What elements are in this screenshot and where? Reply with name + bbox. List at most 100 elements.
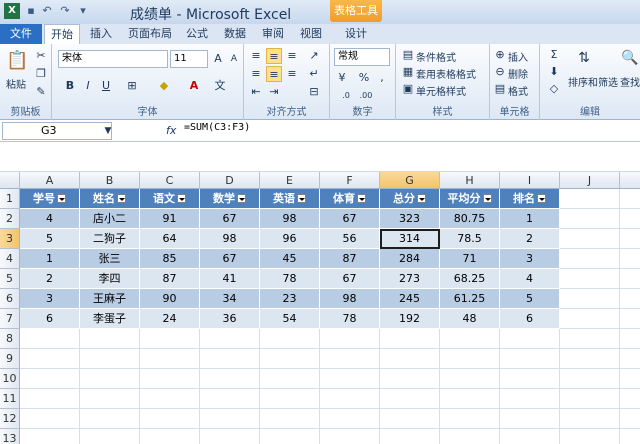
cell-I8[interactable] — [500, 329, 560, 349]
cell-C9[interactable] — [140, 349, 200, 369]
cell-F9[interactable] — [320, 349, 380, 369]
cell-K10[interactable] — [620, 369, 640, 389]
cell-C6[interactable]: 90 — [140, 289, 200, 309]
find-icon[interactable]: 🔍 — [620, 50, 640, 70]
cell-E6[interactable]: 23 — [260, 289, 320, 309]
cell-A13[interactable] — [20, 429, 80, 444]
table-header-cell[interactable]: 总分 — [380, 189, 440, 209]
align-right-icon[interactable]: ≡ — [284, 66, 300, 82]
column-header-A[interactable]: A — [20, 172, 80, 189]
sort-filter-button[interactable]: 排序和筛选 — [568, 74, 618, 89]
format-cells-button[interactable]: 格式 — [508, 83, 528, 98]
cell-I9[interactable] — [500, 349, 560, 369]
tab-design[interactable]: 设计 — [334, 24, 378, 44]
cell-A12[interactable] — [20, 409, 80, 429]
comma-icon[interactable]: , — [374, 70, 390, 86]
number-format-combo[interactable]: 常规 — [334, 48, 390, 66]
tab-review[interactable]: 审阅 — [256, 24, 290, 44]
cell-G10[interactable] — [380, 369, 440, 389]
cell-J6[interactable] — [560, 289, 620, 309]
currency-icon[interactable]: ¥ — [334, 70, 350, 86]
cell-G6[interactable]: 245 — [380, 289, 440, 309]
decrease-indent-icon[interactable]: ⇤ — [248, 84, 264, 100]
cell-E2[interactable]: 98 — [260, 209, 320, 229]
row-header-5[interactable]: 5 — [0, 269, 20, 289]
cell-E9[interactable] — [260, 349, 320, 369]
cell-C7[interactable]: 24 — [140, 309, 200, 329]
italic-icon[interactable]: I — [80, 78, 96, 94]
cell-H13[interactable] — [440, 429, 500, 444]
cell-H10[interactable] — [440, 369, 500, 389]
tab-data[interactable]: 数据 — [218, 24, 252, 44]
cell-K12[interactable] — [620, 409, 640, 429]
border-icon[interactable]: ⊞ — [124, 78, 140, 94]
cell-J13[interactable] — [560, 429, 620, 444]
cell-F6[interactable]: 98 — [320, 289, 380, 309]
cell-H6[interactable]: 61.25 — [440, 289, 500, 309]
tab-file[interactable]: 文件 — [0, 24, 42, 44]
insert-function-icon[interactable]: fx — [166, 124, 176, 137]
cell-C12[interactable] — [140, 409, 200, 429]
cell-J8[interactable] — [560, 329, 620, 349]
cell-E12[interactable] — [260, 409, 320, 429]
cell-I7[interactable]: 6 — [500, 309, 560, 329]
cell-C5[interactable]: 87 — [140, 269, 200, 289]
column-header-G[interactable]: G — [380, 172, 440, 189]
align-center-icon[interactable]: ≡ — [266, 66, 282, 82]
cell-A6[interactable]: 3 — [20, 289, 80, 309]
cell-F12[interactable] — [320, 409, 380, 429]
cell-D3[interactable]: 98 — [200, 229, 260, 249]
table-header-cell[interactable]: 语文 — [140, 189, 200, 209]
cell-A7[interactable]: 6 — [20, 309, 80, 329]
cell-K2[interactable] — [620, 209, 640, 229]
clear-icon[interactable]: ◇ — [546, 81, 562, 97]
tab-formulas[interactable]: 公式 — [180, 24, 214, 44]
format-painter-icon[interactable]: ✎ — [33, 84, 49, 100]
row-header-4[interactable]: 4 — [0, 249, 20, 269]
cell-D2[interactable]: 67 — [200, 209, 260, 229]
cell-B10[interactable] — [80, 369, 140, 389]
cell-styles-icon[interactable]: ▣ — [400, 81, 416, 97]
cell-I3[interactable]: 2 — [500, 229, 560, 249]
cell-C2[interactable]: 91 — [140, 209, 200, 229]
save-icon[interactable]: ▪ — [24, 4, 38, 18]
filter-dropdown-icon[interactable] — [417, 193, 426, 203]
cell-G4[interactable]: 284 — [380, 249, 440, 269]
phonetic-icon[interactable]: 文 — [212, 78, 228, 94]
cell-E13[interactable] — [260, 429, 320, 444]
cell-G9[interactable] — [380, 349, 440, 369]
cell-H3[interactable]: 78.5 — [440, 229, 500, 249]
select-all-corner[interactable] — [0, 172, 20, 189]
cell-D9[interactable] — [200, 349, 260, 369]
cell-F8[interactable] — [320, 329, 380, 349]
cell-G12[interactable] — [380, 409, 440, 429]
cell-G13[interactable] — [380, 429, 440, 444]
format-cells-icon[interactable]: ▤ — [492, 81, 508, 97]
undo-icon[interactable]: ↶ — [40, 4, 54, 18]
cell-I5[interactable]: 4 — [500, 269, 560, 289]
column-header-H[interactable]: H — [440, 172, 500, 189]
cell-F3[interactable]: 56 — [320, 229, 380, 249]
cell-A2[interactable]: 4 — [20, 209, 80, 229]
cell-K4[interactable] — [620, 249, 640, 269]
column-header-J[interactable]: J — [560, 172, 620, 189]
column-header-C[interactable]: C — [140, 172, 200, 189]
formula-bar-expanded[interactable] — [0, 142, 640, 172]
cell-E5[interactable]: 78 — [260, 269, 320, 289]
cell-K7[interactable] — [620, 309, 640, 329]
cell-I12[interactable] — [500, 409, 560, 429]
customize-quickaccess-icon[interactable]: ▾ — [76, 4, 90, 18]
row-header-8[interactable]: 8 — [0, 329, 20, 349]
cell-J3[interactable] — [560, 229, 620, 249]
font-name-combo[interactable]: 宋体 — [58, 50, 168, 68]
align-left-icon[interactable]: ≡ — [248, 66, 264, 82]
cell-J11[interactable] — [560, 389, 620, 409]
delete-cells-icon[interactable]: ⊖ — [492, 64, 508, 80]
copy-icon[interactable]: ❐ — [33, 66, 49, 82]
cell-F7[interactable]: 78 — [320, 309, 380, 329]
cell-J9[interactable] — [560, 349, 620, 369]
cell-A8[interactable] — [20, 329, 80, 349]
cell-H7[interactable]: 48 — [440, 309, 500, 329]
cell-I10[interactable] — [500, 369, 560, 389]
cell-B4[interactable]: 张三 — [80, 249, 140, 269]
